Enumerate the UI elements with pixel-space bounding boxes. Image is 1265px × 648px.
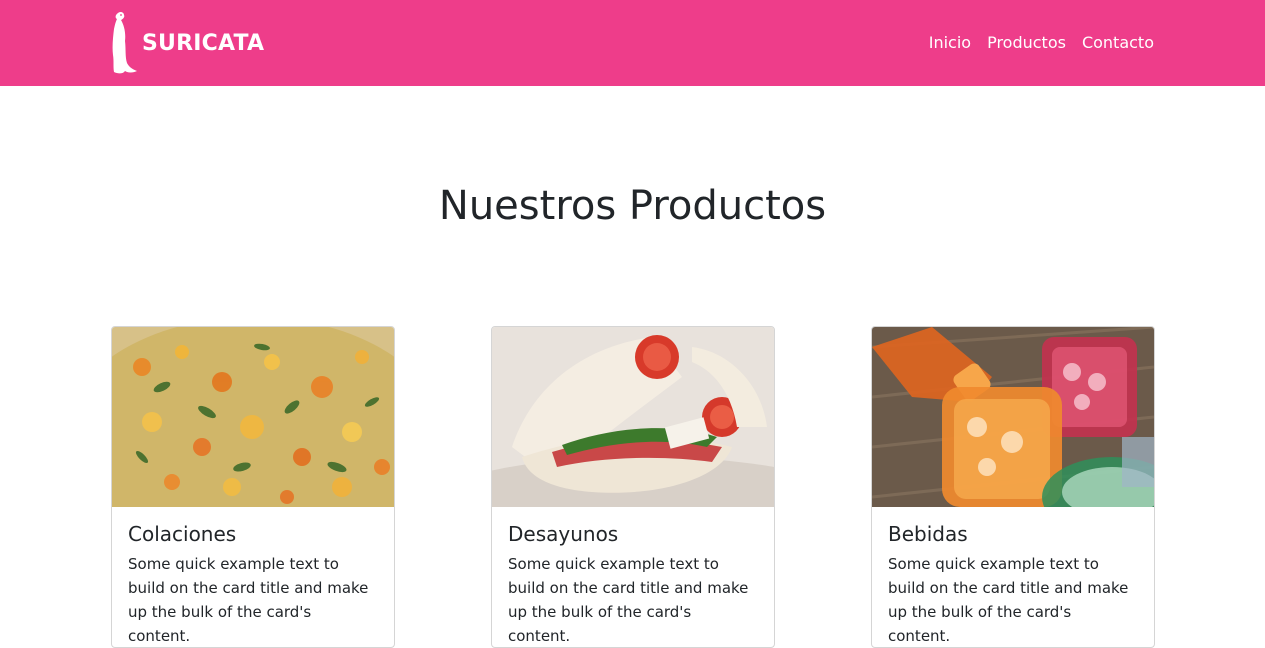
meerkat-logo-icon xyxy=(112,11,137,74)
card-image-sandwich xyxy=(492,327,774,507)
product-card-desayunos[interactable]: Desayunos Some quick example text to bui… xyxy=(491,326,775,648)
card-title: Colaciones xyxy=(128,522,237,546)
nav-link-inicio[interactable]: Inicio xyxy=(921,31,979,55)
brand-logo-link[interactable]: SURICATA xyxy=(108,10,264,76)
page-title: Nuestros Productos xyxy=(438,183,827,229)
card-text: Some quick example text to build on the … xyxy=(888,555,1129,645)
card-title: Bebidas xyxy=(888,522,968,546)
card-image-drinks xyxy=(872,327,1154,507)
card-body: Bebidas Some quick example text to build… xyxy=(872,507,1154,647)
nav-link-productos[interactable]: Productos xyxy=(979,31,1074,55)
nav-link-contacto[interactable]: Contacto xyxy=(1074,31,1154,55)
navbar: SURICATA Inicio Productos Contacto xyxy=(0,0,1265,86)
brand-name: SURICATA xyxy=(142,30,265,56)
card-text: Some quick example text to build on the … xyxy=(508,555,749,645)
card-text: Some quick example text to build on the … xyxy=(128,555,369,645)
card-title: Desayunos xyxy=(508,522,619,546)
card-body: Colaciones Some quick example text to bu… xyxy=(112,507,394,647)
product-card-colaciones[interactable]: Colaciones Some quick example text to bu… xyxy=(111,326,395,648)
card-image-lentil-stew xyxy=(112,327,394,507)
product-card-bebidas[interactable]: Bebidas Some quick example text to build… xyxy=(871,326,1155,648)
nav-menu: Inicio Productos Contacto xyxy=(921,31,1154,55)
card-body: Desayunos Some quick example text to bui… xyxy=(492,507,774,647)
